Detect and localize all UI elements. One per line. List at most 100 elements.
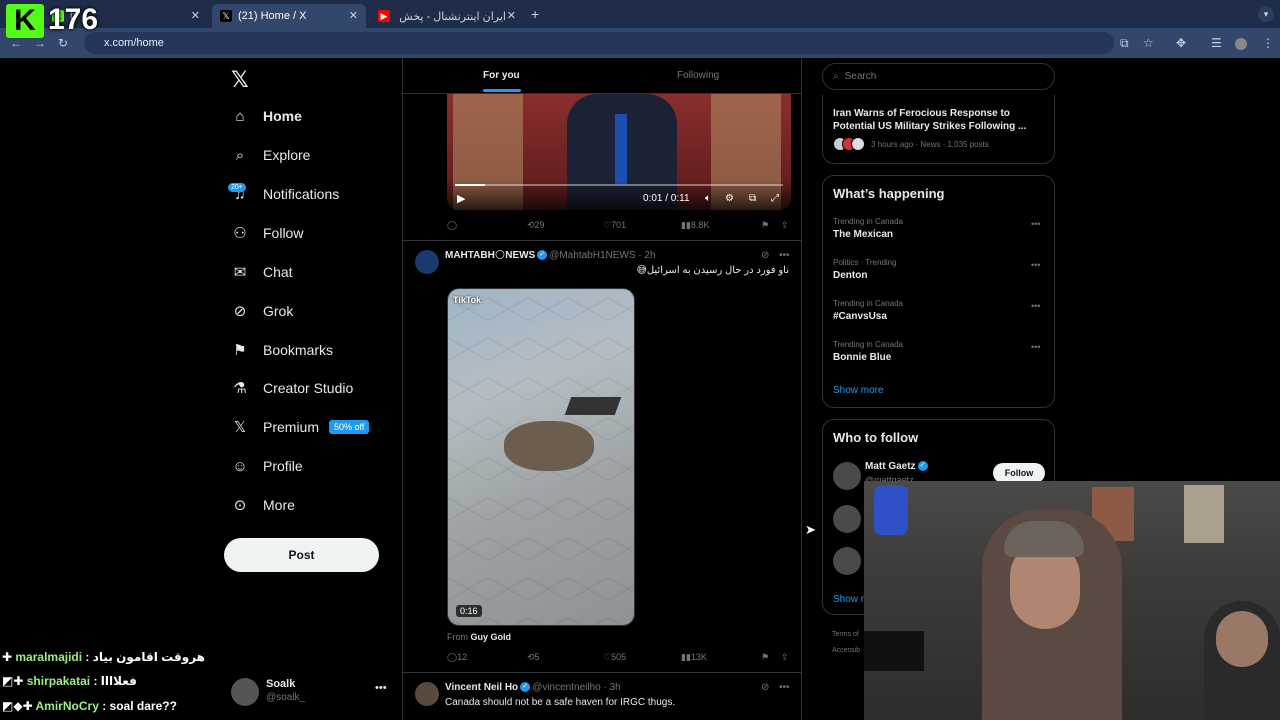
- more-dots-icon[interactable]: •••: [375, 682, 387, 694]
- repost-button[interactable]: ⟲ 29: [527, 220, 545, 231]
- reload-icon[interactable]: ↻: [58, 36, 68, 50]
- views-button[interactable]: ▮▮ 13K: [681, 652, 707, 663]
- share-icon[interactable]: ⇪: [781, 652, 789, 663]
- nav-explore[interactable]: ⌕ Explore: [231, 141, 311, 169]
- reply-icon[interactable]: ◯: [447, 220, 457, 231]
- more-dots-icon[interactable]: •••: [1031, 301, 1040, 311]
- from-source: Guy Gold: [470, 632, 512, 642]
- video-progress-bar[interactable]: [455, 184, 783, 186]
- avatar[interactable]: [415, 682, 439, 706]
- reply-button[interactable]: ◯ 12: [447, 652, 467, 663]
- nav-premium[interactable]: 𝕏 Premium 50% off: [231, 413, 370, 441]
- repost-button[interactable]: ⟲ 5: [527, 652, 540, 663]
- tweet-time[interactable]: 3h: [610, 682, 621, 693]
- tweet-author[interactable]: Vincent Neil Ho: [445, 682, 518, 693]
- video-duration: 0:16: [456, 605, 482, 617]
- chat-user: maralmajidi: [15, 650, 83, 664]
- show-more-link[interactable]: Show more: [833, 385, 884, 396]
- avatar[interactable]: [415, 250, 439, 274]
- url-field[interactable]: x.com/home: [84, 32, 1114, 54]
- avatar[interactable]: [1235, 38, 1247, 50]
- close-icon[interactable]: ✕: [507, 9, 516, 22]
- back-icon[interactable]: ←: [10, 36, 22, 50]
- follow-button[interactable]: Follow: [993, 463, 1045, 483]
- tweet-author[interactable]: MAHTABH🌕NEWS: [445, 250, 535, 261]
- view-count: 8.8K: [690, 220, 710, 230]
- post-button[interactable]: Post: [224, 538, 379, 572]
- nav-bookmarks[interactable]: ⚑ Bookmarks: [231, 336, 333, 364]
- trend-name[interactable]: The Mexican: [833, 229, 893, 240]
- share-icon[interactable]: ⇪: [781, 220, 789, 231]
- browser-tab-x[interactable]: 𝕏 (21) Home / X ✕: [212, 4, 366, 28]
- x-logo-icon[interactable]: 𝕏: [231, 67, 249, 93]
- more-dots-icon[interactable]: •••: [1031, 219, 1040, 229]
- tab-following[interactable]: Following: [677, 70, 719, 81]
- reply-count: 12: [457, 652, 468, 662]
- nav-label: Grok: [263, 303, 294, 319]
- trend-name[interactable]: Bonnie Blue: [833, 352, 891, 363]
- like-button[interactable]: ♡ 701: [603, 220, 626, 231]
- video-controls: ▶ 0:01 / 0:11 🔈︎ ⚙ ⧉ ⤢: [447, 180, 791, 210]
- menu-dots-icon[interactable]: ⋮: [1262, 36, 1274, 50]
- more-dots-icon[interactable]: •••: [1031, 342, 1040, 352]
- viewer-count: 176: [48, 3, 99, 36]
- from-label: From: [447, 632, 468, 642]
- more-dots-icon[interactable]: •••: [1031, 260, 1040, 270]
- nav-label: Bookmarks: [263, 342, 334, 358]
- nav-creator-studio[interactable]: ⚗ Creator Studio: [231, 374, 353, 402]
- nav-profile[interactable]: ☺ Profile: [231, 452, 302, 480]
- video-source[interactable]: From Guy Gold: [447, 632, 511, 642]
- chevron-down-icon[interactable]: ▾: [1258, 6, 1274, 22]
- views-button[interactable]: ▮▮ 8.8K: [681, 220, 709, 231]
- avatar[interactable]: [833, 505, 861, 533]
- extensions-icon[interactable]: ✥: [1176, 36, 1186, 50]
- trend-name[interactable]: Denton: [833, 270, 867, 281]
- mute-icon[interactable]: 🔈︎: [705, 193, 711, 204]
- trend-name[interactable]: #CanvsUsa: [833, 311, 887, 322]
- nav-home[interactable]: ⌂ Home: [231, 102, 301, 130]
- more-dots-icon[interactable]: •••: [779, 250, 790, 261]
- person-icon: ☺: [232, 457, 248, 475]
- footer-link[interactable]: Accessib: [832, 647, 860, 654]
- tweet-video[interactable]: TikTok 0:16: [447, 288, 635, 626]
- new-tab-icon[interactable]: +: [531, 6, 539, 22]
- tweet-handle[interactable]: @MahtabH1NEWS: [549, 250, 635, 261]
- avatar[interactable]: [833, 462, 861, 490]
- account-switcher[interactable]: Soalk @soalk_ •••: [231, 676, 391, 706]
- star-icon[interactable]: ☆: [1143, 36, 1154, 50]
- tweet-time[interactable]: 2h: [644, 250, 655, 261]
- play-icon[interactable]: ▶: [457, 192, 465, 205]
- pip-icon[interactable]: ⧉: [749, 193, 756, 204]
- chat-text: فعلاااا: [100, 674, 137, 688]
- footer-link[interactable]: Terms of: [832, 631, 859, 638]
- like-button[interactable]: ♡ 505: [603, 652, 626, 663]
- nav-follow[interactable]: ⚇ Follow: [231, 219, 303, 247]
- bookmark-icon[interactable]: ⚑: [761, 220, 769, 231]
- bookmark-icon[interactable]: ⚑: [761, 652, 769, 663]
- browser-tab-youtube[interactable]: ▶ ایران اینترنشنال - پخش زنده - ube ✕: [370, 4, 524, 28]
- more-dots-icon[interactable]: •••: [779, 682, 790, 693]
- nav-label: Creator Studio: [263, 380, 354, 396]
- nav-more[interactable]: ⊙ More: [231, 491, 295, 519]
- fullscreen-icon[interactable]: ⤢: [771, 193, 779, 204]
- x-icon: 𝕏: [220, 10, 232, 22]
- follow-suggestion-name[interactable]: Matt Gaetz ✓: [865, 461, 930, 472]
- media-icon[interactable]: ☰: [1211, 36, 1222, 50]
- nav-notifications[interactable]: ♫ Notifications: [231, 180, 339, 208]
- forward-icon[interactable]: →: [34, 36, 46, 50]
- nav-grok[interactable]: ⊘ Grok: [231, 297, 294, 325]
- grok-icon[interactable]: ⊘: [761, 682, 769, 693]
- nav-chat[interactable]: ✉ Chat: [231, 258, 293, 286]
- tweet-handle[interactable]: @vincentneilho: [532, 682, 601, 693]
- cast-icon[interactable]: ⧉: [1120, 36, 1129, 51]
- gear-icon[interactable]: ⚙: [725, 193, 734, 204]
- grok-icon[interactable]: ⊘: [761, 250, 769, 261]
- news-avatars: [833, 137, 869, 151]
- news-card[interactable]: Iran Warns of Ferocious Response to Pote…: [822, 95, 1055, 164]
- close-icon[interactable]: ✕: [349, 9, 358, 22]
- tab-for-you[interactable]: For you: [483, 70, 520, 81]
- avatar[interactable]: [833, 547, 861, 575]
- search-input[interactable]: ⌕ Search: [822, 63, 1055, 90]
- close-icon[interactable]: ✕: [191, 9, 200, 22]
- tweet-video[interactable]: ▶ 0:01 / 0:11 🔈︎ ⚙ ⧉ ⤢: [447, 94, 791, 210]
